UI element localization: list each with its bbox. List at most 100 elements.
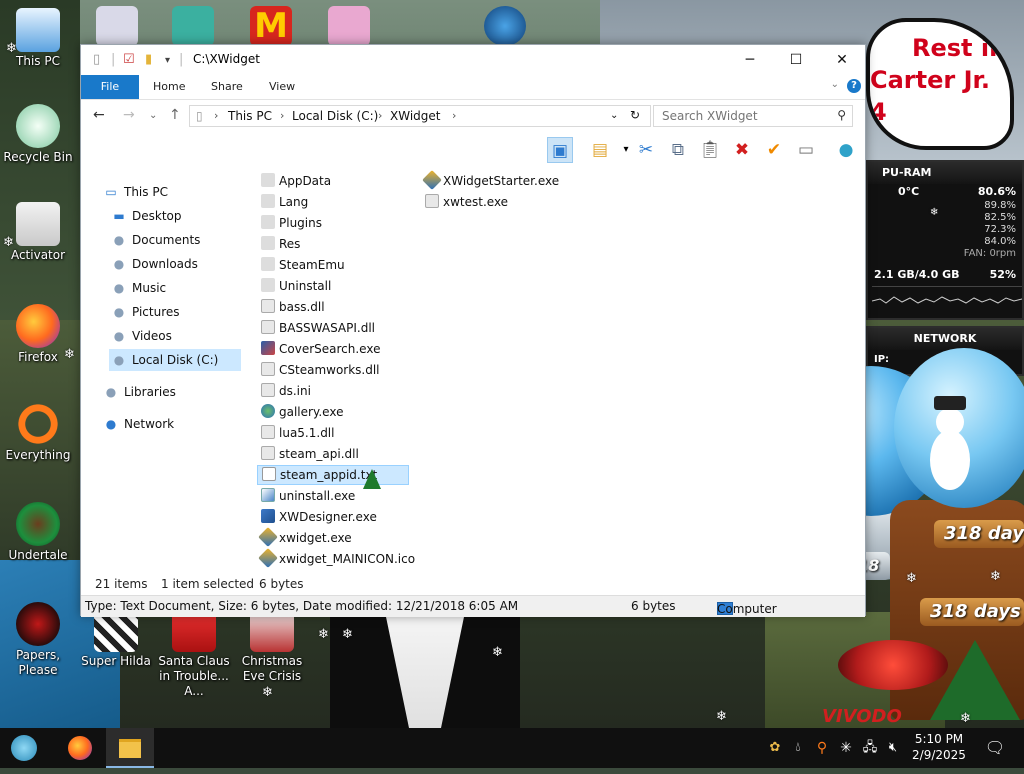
breadcrumb-separator[interactable]: › [280, 109, 284, 122]
nav-item-local-disk[interactable]: ● Local Disk (C:) [109, 349, 241, 371]
tray-volume-icon[interactable]: 🔇︎ [884, 728, 902, 768]
cpu-ram-gadget[interactable]: PU-RAM 0°C 80.6% 89.8% 82.5% 72.3% 84.0%… [866, 160, 1024, 320]
mcdonalds-icon[interactable]: M [250, 6, 292, 46]
back-button[interactable]: ← [93, 107, 105, 123]
file-item[interactable]: ds.ini [261, 381, 311, 401]
file-name: AppData [279, 174, 332, 188]
file-item[interactable]: uninstall.exe [261, 486, 355, 506]
desktop-icon-santa-claus[interactable]: Santa Claus in Trouble... A... [156, 608, 232, 699]
file-item[interactable]: XWidgetStarter.exe [422, 170, 559, 191]
properties-icon[interactable]: ☑ [123, 52, 135, 67]
system-clock[interactable]: 5:10 PM 2/9/2025 [906, 731, 972, 763]
nav-item-this-pc[interactable]: ▭ This PC [103, 181, 168, 203]
nav-item-network[interactable]: ● Network [103, 413, 174, 435]
file-item[interactable]: gallery.exe [261, 402, 343, 422]
file-item[interactable]: Lang [261, 192, 308, 212]
new-folder-icon[interactable]: ▮ [145, 52, 152, 67]
nav-item-documents[interactable]: ● Documents [111, 229, 201, 251]
nav-item-desktop[interactable]: ▬ Desktop [111, 205, 181, 227]
file-item[interactable]: BASSWASAPI.dll [261, 318, 375, 338]
tray-network-icon[interactable]: 🖧︎ [860, 728, 880, 768]
taskbar-file-explorer[interactable] [106, 728, 154, 768]
file-item[interactable]: Res [261, 234, 300, 254]
taskbar-firefox[interactable] [56, 728, 104, 768]
cut-icon[interactable]: ✂ [633, 137, 659, 163]
address-bar[interactable]: ▯ › This PC › Local Disk (C:) › XWidget … [189, 105, 651, 127]
windows-icon[interactable] [484, 6, 526, 46]
refresh-icon[interactable]: ↻ [630, 108, 640, 122]
file-item[interactable]: Plugins [261, 213, 322, 233]
tray-drop-icon[interactable]: 💧︎ [790, 728, 806, 768]
desktop-icon-activator[interactable]: Activator [0, 202, 76, 263]
nav-item-pictures[interactable]: ● Pictures [111, 301, 180, 323]
close-button[interactable]: ✕ [819, 45, 865, 75]
file-item[interactable]: bass.dll [261, 297, 325, 317]
copy-icon[interactable]: ⧉ [665, 137, 691, 163]
file-item[interactable]: XWDesigner.exe [261, 507, 377, 527]
preview-pane-icon[interactable]: ▣ [547, 137, 573, 163]
file-item[interactable]: lua5.1.dll [261, 423, 334, 443]
nav-item-videos[interactable]: ● Videos [111, 325, 172, 347]
desktop-icon-christmas-eve-crisis[interactable]: Christmas Eve Crisis [234, 608, 310, 684]
tab-share[interactable]: Share [211, 75, 243, 99]
file-item[interactable]: AppData [261, 171, 331, 191]
desktop-icon-super-hilda[interactable]: Super Hilda [78, 608, 154, 669]
maximize-button[interactable]: ☐ [773, 45, 819, 75]
desktop-icon-recycle-bin[interactable]: Recycle Bin [0, 104, 76, 165]
file-item-selected[interactable]: steam_appid.txt [257, 465, 409, 485]
expand-ribbon-icon[interactable]: ⌄ [831, 79, 839, 90]
desktop-icon-firefox[interactable]: Firefox [0, 304, 76, 365]
desktop-icon-this-pc[interactable]: This PC [0, 8, 76, 69]
file-explorer-window[interactable]: ▯ | ☑ ▮ ▾ | C:\XWidget ─ ☐ ✕ File Home S… [80, 44, 866, 617]
file-item[interactable]: CoverSearch.exe [261, 339, 380, 359]
file-item[interactable]: xwidget.exe [258, 527, 352, 548]
search-input[interactable] [662, 107, 832, 125]
start-button[interactable] [0, 728, 48, 768]
file-item[interactable]: xwidget_MAINICON.ico [258, 548, 415, 569]
breadcrumb-separator[interactable]: › [378, 109, 382, 122]
help-button[interactable]: ? [847, 79, 861, 93]
file-item[interactable]: Uninstall [261, 276, 331, 296]
delete-icon[interactable]: ✖ [729, 137, 755, 163]
search-icon[interactable]: ⚲ [837, 108, 846, 122]
tray-snowflake-icon[interactable]: ✳ [838, 728, 854, 768]
breadcrumb-separator[interactable]: › [214, 109, 218, 122]
breadcrumb-local-disk[interactable]: Local Disk (C:) [292, 109, 378, 123]
paste-icon[interactable]: 📋︎ [697, 137, 723, 163]
desktop-icon-top-4[interactable] [328, 6, 370, 46]
search-box[interactable]: ⚲ [653, 105, 853, 127]
file-item[interactable]: xwtest.exe [425, 192, 508, 212]
tray-search-icon[interactable]: ⚲ [814, 728, 830, 768]
up-button[interactable]: ↑ [169, 107, 181, 123]
app-icon: ▯ [93, 52, 101, 67]
desktop-icon-top-2[interactable] [172, 6, 214, 46]
tab-file[interactable]: File [81, 75, 139, 99]
title-bar[interactable]: ▯ | ☑ ▮ ▾ | C:\XWidget ─ ☐ ✕ [81, 45, 865, 75]
desktop-icon-papers-please[interactable]: Papers, Please [0, 602, 76, 678]
notification-center-icon[interactable]: 🗨︎ [980, 728, 1010, 768]
rename-check-icon[interactable]: ✔ [761, 137, 787, 163]
file-item[interactable]: CSteamworks.dll [261, 360, 380, 380]
address-dropdown-icon[interactable]: ⌄ [610, 110, 618, 121]
globe-icon[interactable]: ● [833, 137, 859, 163]
desktop-icon-everything[interactable]: Everything [0, 402, 76, 463]
tab-view[interactable]: View [269, 75, 295, 99]
tray-gadget-icon[interactable]: ✿ [766, 728, 784, 768]
recent-locations-icon[interactable]: ⌄ [149, 110, 157, 121]
file-item[interactable]: SteamEmu [261, 255, 345, 275]
file-item[interactable]: steam_api.dll [261, 444, 359, 464]
tab-home[interactable]: Home [153, 75, 185, 99]
forward-button[interactable]: → [123, 107, 135, 123]
nav-item-music[interactable]: ● Music [111, 277, 166, 299]
desktop-icon-top-1[interactable] [96, 6, 138, 46]
open-folder-icon[interactable]: ▤ [587, 137, 613, 163]
quick-access-dropdown-icon[interactable]: ▾ [165, 55, 170, 66]
minimize-button[interactable]: ─ [727, 45, 773, 75]
nav-item-downloads[interactable]: ● Downloads [111, 253, 198, 275]
nav-item-libraries[interactable]: ● Libraries [103, 381, 176, 403]
desktop-icon-undertale[interactable]: Undertale [0, 502, 76, 563]
breadcrumb-xwidget[interactable]: XWidget [390, 109, 440, 123]
breadcrumb-separator[interactable]: › [452, 109, 456, 122]
breadcrumb-this-pc[interactable]: This PC [228, 109, 272, 123]
properties-icon[interactable]: ▭ [793, 137, 819, 163]
